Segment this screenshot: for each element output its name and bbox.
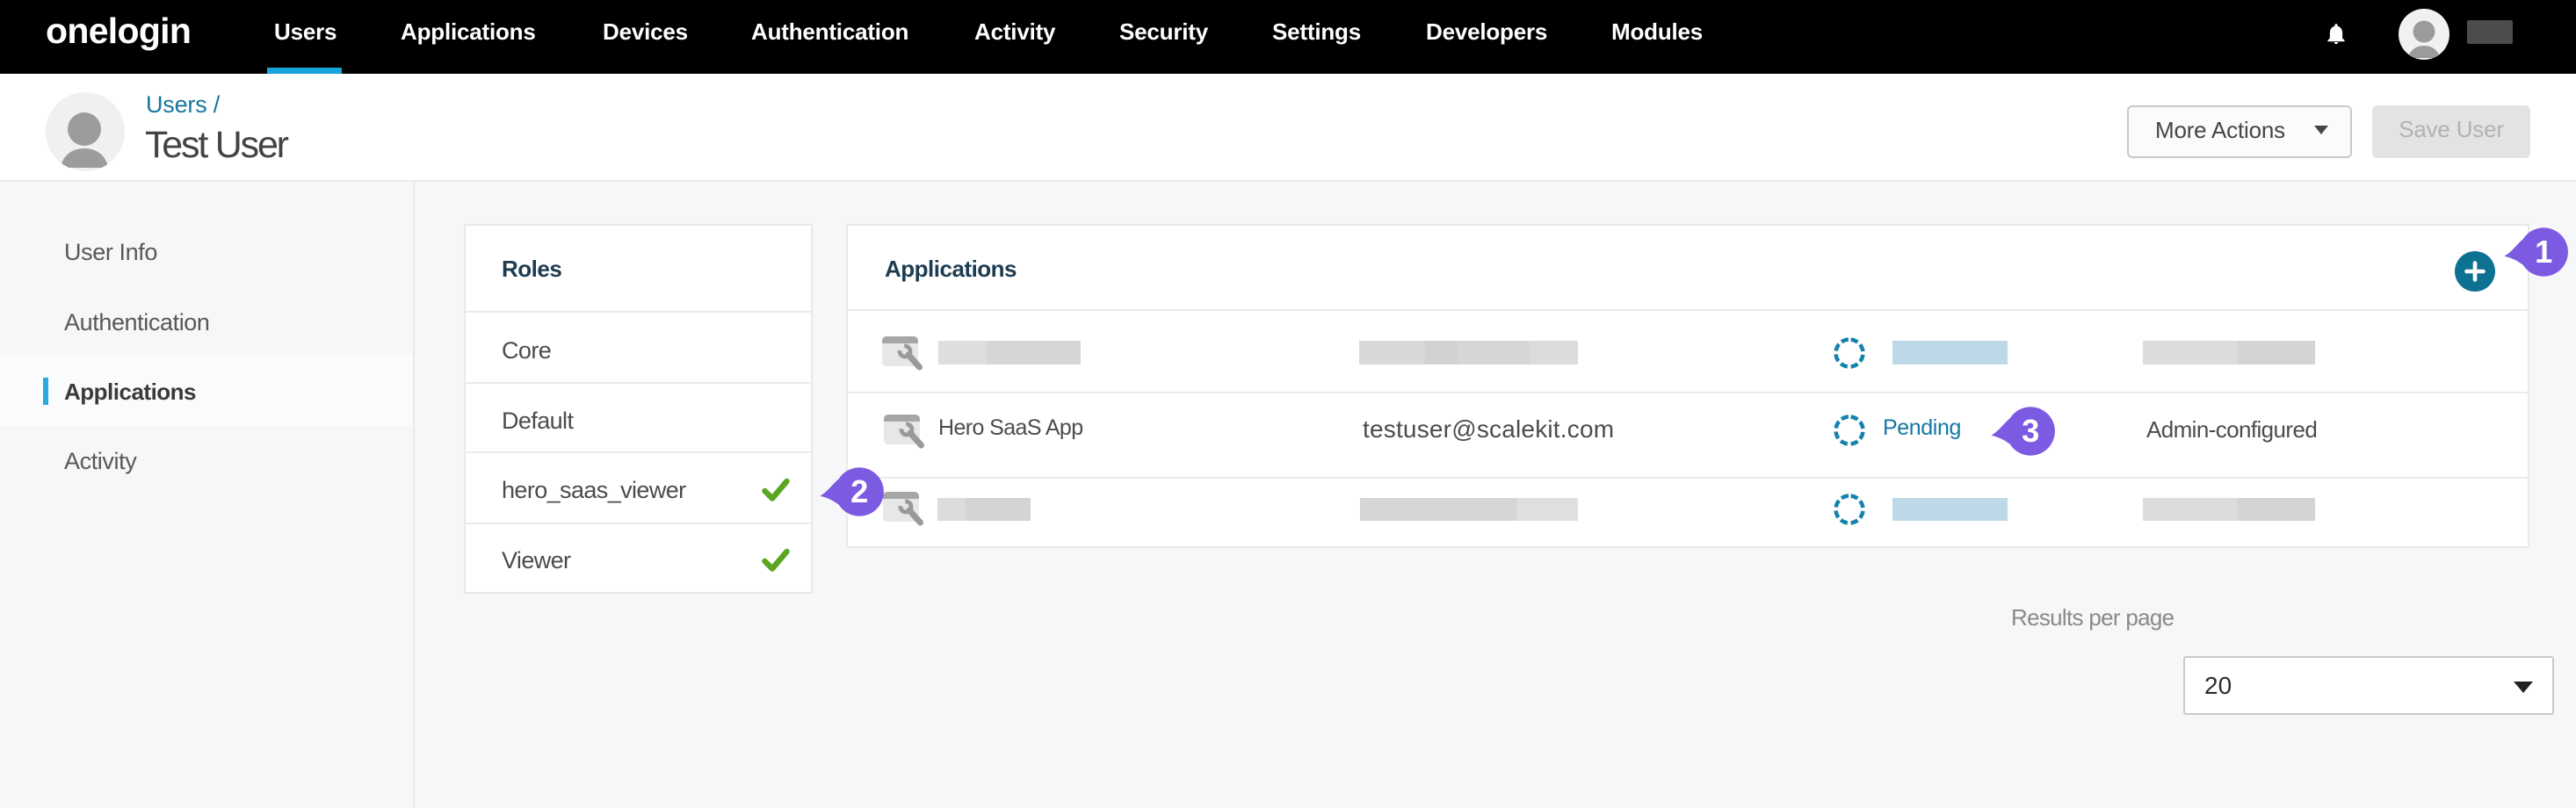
svg-text:3: 3	[2022, 413, 2039, 449]
svg-text:2: 2	[850, 473, 868, 509]
svg-text:1: 1	[2535, 234, 2552, 270]
